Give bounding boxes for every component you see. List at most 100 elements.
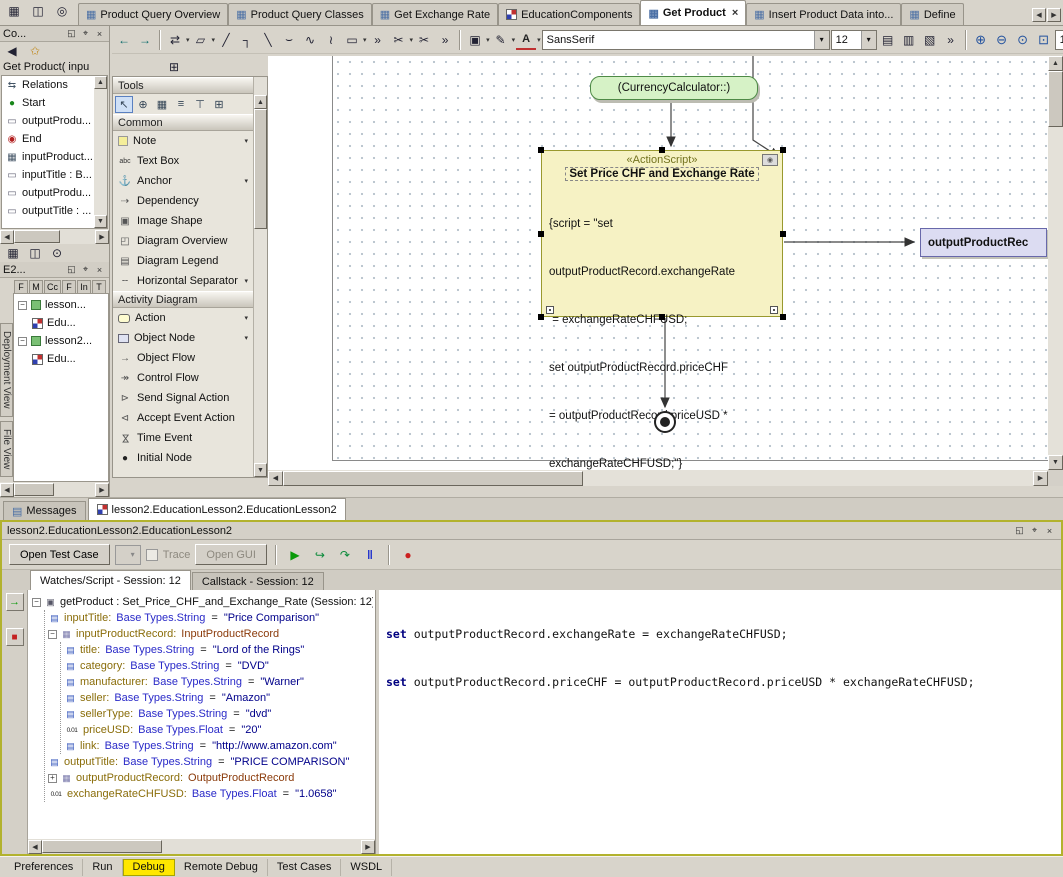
palette-item-object-flow[interactable]: → Object Flow bbox=[113, 348, 253, 368]
chevron-down-icon[interactable]: ▾ bbox=[814, 31, 829, 49]
palette-item-initial-node[interactable]: ● Initial Node bbox=[113, 448, 253, 468]
shape-swap-icon[interactable]: ⇄ bbox=[165, 30, 185, 50]
tree-item-end[interactable]: ◉ End bbox=[2, 130, 107, 148]
palette-item-note[interactable]: Note ▾ bbox=[113, 131, 253, 151]
stop-debug-icon[interactable]: ● bbox=[398, 545, 418, 565]
scroll-down-icon[interactable]: ▼ bbox=[94, 215, 107, 228]
containment-vscrollbar[interactable]: ▲ ▼ bbox=[94, 76, 107, 228]
scroll-down-icon[interactable]: ▼ bbox=[254, 463, 267, 477]
tab-educationcomponents[interactable]: EducationComponents bbox=[498, 3, 640, 25]
action-script-node[interactable]: ◉ «ActionScript» Set Price CHF and Excha… bbox=[541, 150, 783, 317]
canvas-hscrollbar[interactable]: ◀ ▶ bbox=[268, 470, 1048, 486]
status-tab-debug[interactable]: Debug bbox=[123, 859, 175, 876]
tab-messages[interactable]: ▤ Messages bbox=[3, 501, 86, 520]
dropdown-icon[interactable]: ▾ bbox=[537, 36, 541, 44]
tree-item-relations[interactable]: ⇆ Relations bbox=[2, 76, 107, 94]
scroll-right-icon[interactable]: ▶ bbox=[95, 230, 109, 244]
zoom-in-icon[interactable]: ⊕ bbox=[971, 30, 991, 50]
diagrams-view-icon[interactable]: ▦ bbox=[3, 245, 23, 261]
scroll-left-icon[interactable]: ◀ bbox=[0, 483, 14, 497]
tree-item-outputtitle[interactable]: ▭ outputTitle : ... bbox=[2, 202, 107, 220]
font-color-icon[interactable]: A bbox=[516, 30, 536, 50]
containment-tree-icon[interactable]: ⊞ bbox=[164, 57, 184, 77]
scroll-up-icon[interactable]: ▲ bbox=[1048, 56, 1063, 71]
chevron-down-icon[interactable]: ▾ bbox=[861, 31, 876, 49]
tab-define[interactable]: ▦ Define bbox=[901, 3, 963, 25]
dropdown-icon[interactable]: ▾ bbox=[212, 36, 216, 44]
pencil-icon[interactable]: ✎ bbox=[491, 30, 511, 50]
tab-product-query-overview[interactable]: ▦ Product Query Overview bbox=[78, 3, 228, 25]
zoom-one-icon[interactable]: ⊙ bbox=[1013, 30, 1033, 50]
breakpoint-icon[interactable]: ■ bbox=[6, 628, 24, 646]
tree-item-start[interactable]: ● Start bbox=[2, 94, 107, 112]
watch-row[interactable]: ▤ title:Base Types.String="Lord of the R… bbox=[64, 642, 373, 658]
overflow-icon[interactable]: » bbox=[941, 30, 961, 50]
watch-row[interactable]: ▤ category:Base Types.String="DVD" bbox=[64, 658, 373, 674]
dropdown-icon[interactable]: ▾ bbox=[410, 36, 414, 44]
watch-row[interactable]: 0.01 priceUSD:Base Types.Float="20" bbox=[64, 722, 373, 738]
palette-item-accept-event-action[interactable]: ⊲ Accept Event Action bbox=[113, 408, 253, 428]
status-tab-preferences[interactable]: Preferences bbox=[5, 859, 83, 876]
overflow-icon[interactable]: » bbox=[435, 30, 455, 50]
palette-header-tools[interactable]: Tools bbox=[113, 77, 253, 94]
palette-item-image-shape[interactable]: ▣ Image Shape bbox=[113, 211, 253, 231]
scroll-left-icon[interactable]: ◀ bbox=[268, 471, 283, 486]
compartment-toggle-icon[interactable] bbox=[770, 306, 778, 314]
back-icon[interactable]: ← bbox=[114, 30, 134, 50]
font-family-select[interactable]: SansSerif ▾ bbox=[542, 30, 830, 50]
scroll-right-icon[interactable]: ▶ bbox=[95, 483, 109, 497]
scroll-up-icon[interactable]: ▲ bbox=[254, 95, 267, 109]
history-back-icon[interactable]: ◀ bbox=[2, 43, 22, 58]
tree-item-inputproduct[interactable]: ▦ inputProduct... bbox=[2, 148, 107, 166]
chevron-down-icon[interactable]: ▾ bbox=[244, 277, 248, 285]
paste-style-icon[interactable]: ▥ bbox=[899, 30, 919, 50]
pin-panel-icon[interactable]: ⌖ bbox=[1028, 524, 1041, 537]
mini-tab[interactable]: F bbox=[14, 280, 28, 293]
grid-tool-icon[interactable]: ⊞ bbox=[210, 96, 228, 113]
close-panel-icon[interactable]: × bbox=[93, 27, 106, 40]
float-panel-icon[interactable]: ◱ bbox=[65, 27, 78, 40]
status-tab-remote-debug[interactable]: Remote Debug bbox=[175, 859, 268, 876]
palette-item-control-flow[interactable]: ↠ Control Flow bbox=[113, 368, 253, 388]
test-case-select[interactable]: ▾ bbox=[115, 545, 141, 565]
selection-handle[interactable] bbox=[538, 231, 544, 237]
watch-row[interactable]: ▤ manufacturer:Base Types.String="Warner… bbox=[64, 674, 373, 690]
scroll-left-icon[interactable]: ◀ bbox=[28, 840, 42, 854]
watch-row[interactable]: − ▦ inputProductRecord:InputProductRecor… bbox=[48, 626, 373, 642]
watch-row[interactable]: + ▦ outputProductRecord:OutputProductRec… bbox=[48, 770, 373, 786]
status-tab-run[interactable]: Run bbox=[83, 859, 122, 876]
overview-tool-icon[interactable]: ▦ bbox=[153, 96, 171, 113]
palette-vscrollbar[interactable]: ▲ ▼ bbox=[253, 77, 267, 477]
palette-item-action[interactable]: Action ▾ bbox=[113, 308, 253, 328]
trace-checkbox[interactable] bbox=[146, 549, 158, 561]
float-panel-icon[interactable]: ◱ bbox=[65, 263, 78, 276]
diagram-icon[interactable]: ▦ bbox=[4, 1, 24, 21]
forward-icon[interactable]: → bbox=[135, 30, 155, 50]
tree-item-outputproduct[interactable]: ▭ outputProdu... bbox=[2, 112, 107, 130]
palette-item-anchor[interactable]: ⚓ Anchor ▾ bbox=[113, 171, 253, 191]
close-panel-icon[interactable]: × bbox=[1043, 524, 1056, 537]
distribute-tool-icon[interactable]: ⊤ bbox=[191, 96, 209, 113]
line-custom-icon[interactable]: ≀ bbox=[321, 30, 341, 50]
tab-get-exchange-rate[interactable]: ▦ Get Exchange Rate bbox=[372, 3, 498, 25]
scroll-left-icon[interactable]: ◀ bbox=[0, 230, 14, 244]
watch-row[interactable]: ▤ inputTitle:Base Types.String="Price Co… bbox=[48, 610, 373, 626]
tree-item-inputtitle[interactable]: ▭ inputTitle : B... bbox=[2, 166, 107, 184]
step-over-icon[interactable]: ↷ bbox=[335, 545, 355, 565]
tab-callstack[interactable]: Callstack - Session: 12 bbox=[192, 572, 324, 590]
selection-handle[interactable] bbox=[659, 314, 665, 320]
open-gui-button[interactable]: Open GUI bbox=[195, 544, 267, 565]
selection-handle[interactable] bbox=[780, 231, 786, 237]
tab-scroll-right-icon[interactable]: ▶ bbox=[1047, 8, 1061, 22]
mini-tab[interactable]: M bbox=[29, 280, 43, 293]
font-size-select[interactable]: 12 ▾ bbox=[831, 30, 877, 50]
status-tab-wsdl[interactable]: WSDL bbox=[341, 859, 392, 876]
selection-handle[interactable] bbox=[538, 147, 544, 153]
selection-handle[interactable] bbox=[659, 147, 665, 153]
tab-lesson2[interactable]: lesson2.EducationLesson2.EducationLesson… bbox=[88, 498, 346, 520]
watch-row[interactable]: ▤ link:Base Types.String="http://www.ama… bbox=[64, 738, 373, 754]
palette-item-diagram-overview[interactable]: ◰ Diagram Overview bbox=[113, 231, 253, 251]
add-shape-icon[interactable]: ▱ bbox=[191, 30, 211, 50]
tree-item-lesson[interactable]: − lesson... bbox=[14, 296, 108, 314]
mini-tab[interactable]: Cc bbox=[44, 280, 61, 293]
